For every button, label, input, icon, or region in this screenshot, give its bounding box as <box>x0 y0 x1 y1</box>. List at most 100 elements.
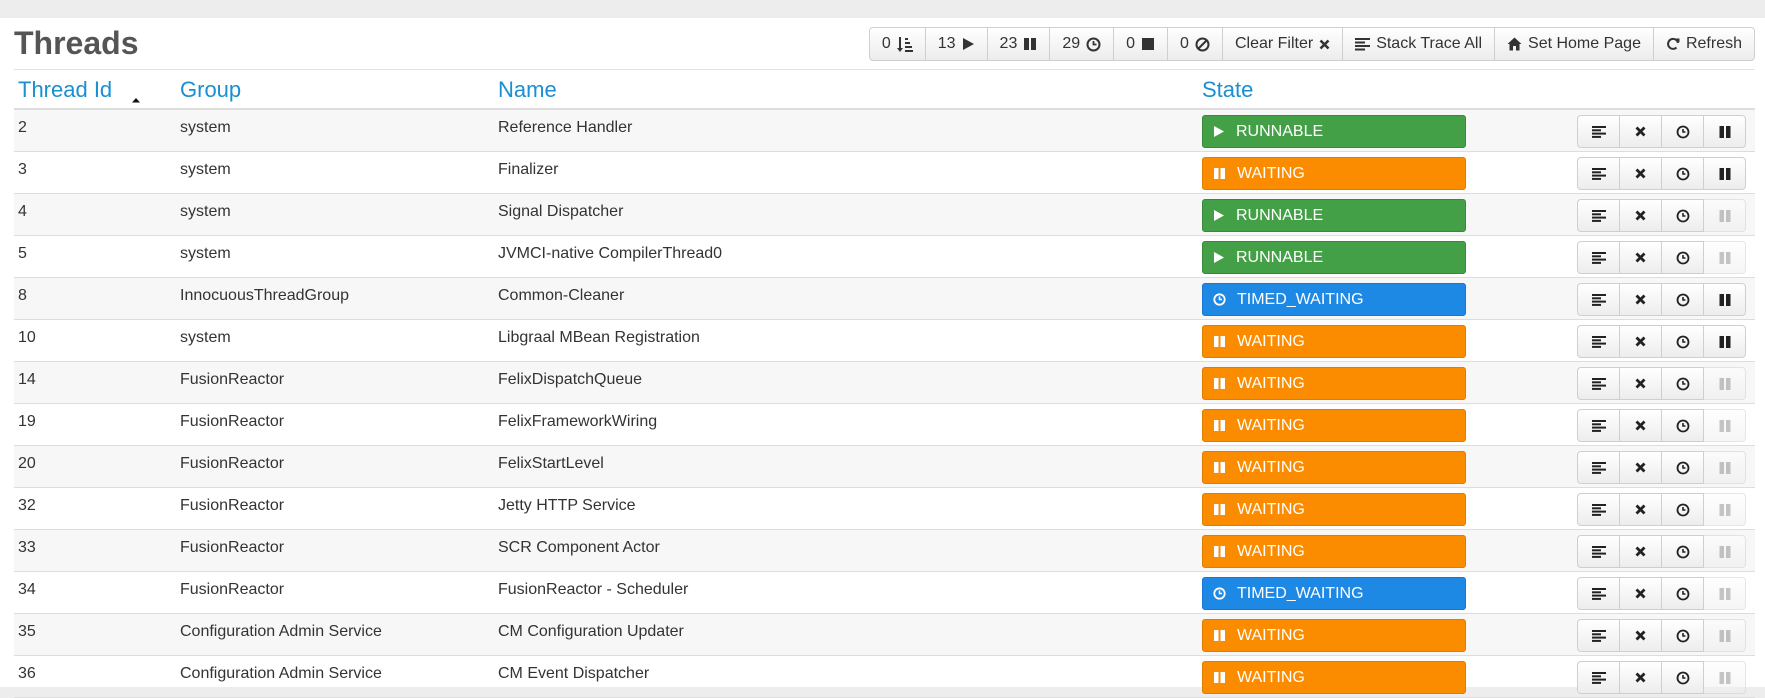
column-header-group[interactable]: Group <box>180 76 241 104</box>
thread-id-cell: 3 <box>18 161 27 178</box>
suspend-thread-button[interactable] <box>1703 325 1746 358</box>
kill-thread-button[interactable] <box>1619 241 1662 274</box>
pause-icon <box>1213 461 1226 474</box>
profile-thread-button[interactable] <box>1661 577 1704 610</box>
profile-thread-button[interactable] <box>1661 661 1704 694</box>
page-title: Threads <box>14 25 139 61</box>
profile-thread-button[interactable] <box>1661 157 1704 190</box>
state-label: WAITING <box>1237 542 1305 560</box>
profile-thread-button[interactable] <box>1661 451 1704 484</box>
profile-clock-icon <box>1676 125 1690 139</box>
thread-id-cell: 4 <box>18 203 27 220</box>
kill-thread-button[interactable] <box>1619 451 1662 484</box>
group-cell: system <box>180 119 231 136</box>
kill-thread-button[interactable] <box>1619 535 1662 568</box>
clock-icon <box>1086 37 1101 52</box>
kill-thread-button[interactable] <box>1619 325 1662 358</box>
suspend-thread-button[interactable] <box>1703 115 1746 148</box>
kill-thread-button[interactable] <box>1619 367 1662 400</box>
timed-waiting-count: 29 <box>1062 35 1081 52</box>
profile-thread-button[interactable] <box>1661 493 1704 526</box>
kill-thread-button[interactable] <box>1619 493 1662 526</box>
suspend-thread-button[interactable] <box>1703 283 1746 316</box>
stack-trace-icon <box>1591 545 1606 558</box>
align-left-icon <box>1355 37 1371 51</box>
kill-thread-button[interactable] <box>1619 199 1662 232</box>
filter-new-button[interactable]: 0 <box>868 27 926 61</box>
refresh-button[interactable]: Refresh <box>1652 27 1755 61</box>
suspend-icon <box>1718 671 1732 685</box>
kill-thread-button[interactable] <box>1619 619 1662 652</box>
state-badge: TIMED_WAITING <box>1202 577 1466 610</box>
pause-icon <box>1213 629 1226 642</box>
filter-terminated-button[interactable]: 0 <box>1113 27 1169 61</box>
profile-thread-button[interactable] <box>1661 115 1704 148</box>
filter-waiting-button[interactable]: 23 <box>986 27 1051 61</box>
stack-trace-all-label: Stack Trace All <box>1376 35 1483 52</box>
stack-trace-icon <box>1591 461 1606 474</box>
profile-clock-icon <box>1676 629 1690 643</box>
profile-thread-button[interactable] <box>1661 409 1704 442</box>
kill-icon <box>1635 126 1646 137</box>
stack-trace-button[interactable] <box>1577 577 1620 610</box>
kill-icon <box>1635 168 1646 179</box>
stack-trace-button[interactable] <box>1577 619 1620 652</box>
stack-trace-button[interactable] <box>1577 157 1620 190</box>
kill-thread-button[interactable] <box>1619 157 1662 190</box>
stack-trace-button[interactable] <box>1577 451 1620 484</box>
profile-thread-button[interactable] <box>1661 535 1704 568</box>
thread-name-cell: Common-Cleaner <box>498 287 625 304</box>
column-header-name[interactable]: Name <box>498 76 557 104</box>
row-actions <box>1577 451 1746 484</box>
set-home-page-button[interactable]: Set Home Page <box>1494 27 1654 61</box>
filter-timed-waiting-button[interactable]: 29 <box>1049 27 1115 61</box>
clear-filter-button[interactable]: Clear Filter <box>1221 27 1344 61</box>
kill-icon <box>1635 504 1646 515</box>
stack-trace-button[interactable] <box>1577 283 1620 316</box>
thread-id-cell: 35 <box>18 623 36 640</box>
profile-thread-button[interactable] <box>1661 199 1704 232</box>
profile-clock-icon <box>1676 587 1690 601</box>
thread-id-cell: 20 <box>18 455 36 472</box>
stack-trace-button[interactable] <box>1577 409 1620 442</box>
kill-thread-button[interactable] <box>1619 577 1662 610</box>
stack-trace-button[interactable] <box>1577 535 1620 568</box>
thread-name-cell: FusionReactor - Scheduler <box>498 581 689 598</box>
sort-amount-icon <box>896 36 913 53</box>
thread-id-cell: 2 <box>18 119 27 136</box>
kill-icon <box>1635 420 1646 431</box>
profile-thread-button[interactable] <box>1661 325 1704 358</box>
pause-icon <box>1023 37 1037 51</box>
suspend-thread-button[interactable] <box>1703 157 1746 190</box>
filter-runnable-button[interactable]: 13 <box>924 27 988 61</box>
state-badge: WAITING <box>1202 661 1466 694</box>
stack-trace-button[interactable] <box>1577 325 1620 358</box>
profile-thread-button[interactable] <box>1661 283 1704 316</box>
kill-thread-button[interactable] <box>1619 661 1662 694</box>
stack-trace-all-button[interactable]: Stack Trace All <box>1342 27 1496 61</box>
stack-trace-button[interactable] <box>1577 115 1620 148</box>
filter-blocked-button[interactable]: 0 <box>1167 27 1223 61</box>
kill-thread-button[interactable] <box>1619 409 1662 442</box>
stack-trace-button[interactable] <box>1577 661 1620 694</box>
kill-thread-button[interactable] <box>1619 283 1662 316</box>
stack-trace-button[interactable] <box>1577 493 1620 526</box>
row-actions <box>1577 157 1746 190</box>
state-label: RUNNABLE <box>1236 206 1324 224</box>
stack-trace-button[interactable] <box>1577 241 1620 274</box>
profile-thread-button[interactable] <box>1661 367 1704 400</box>
profile-thread-button[interactable] <box>1661 241 1704 274</box>
stack-trace-button[interactable] <box>1577 367 1620 400</box>
play-icon <box>1213 125 1225 138</box>
kill-icon <box>1635 546 1646 557</box>
column-header-thread-id[interactable]: Thread Id <box>18 76 112 104</box>
suspend-thread-button <box>1703 367 1746 400</box>
stack-trace-button[interactable] <box>1577 199 1620 232</box>
kill-thread-button[interactable] <box>1619 115 1662 148</box>
kill-icon <box>1635 252 1646 263</box>
suspend-icon <box>1718 293 1732 307</box>
thread-name-cell: Libgraal MBean Registration <box>498 329 700 346</box>
waiting-count: 23 <box>999 35 1018 52</box>
column-header-state[interactable]: State <box>1202 76 1253 104</box>
profile-thread-button[interactable] <box>1661 619 1704 652</box>
